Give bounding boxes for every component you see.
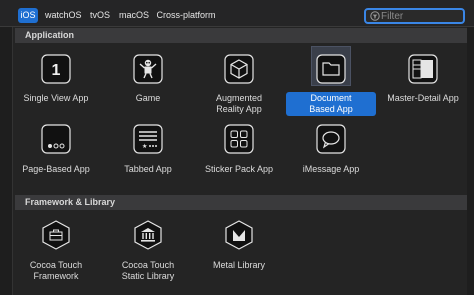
tab-ios[interactable]: iOS — [18, 8, 38, 23]
template-label: Augmented Reality App — [215, 93, 263, 114]
tabbed-icon: ★ — [133, 124, 163, 154]
svg-text:★: ★ — [142, 143, 147, 150]
template-label: Tabbed App — [124, 164, 172, 174]
template-label: Page-Based App — [22, 164, 90, 174]
tab-macos[interactable]: macOS — [119, 8, 149, 23]
filter-field[interactable] — [364, 8, 465, 24]
folder-icon — [316, 54, 346, 84]
tab-cross-platform[interactable]: Cross-platform — [156, 8, 216, 23]
game-robot-icon — [133, 54, 163, 84]
section-header-application: Application — [15, 28, 467, 43]
ar-cube-icon — [224, 54, 254, 84]
template-label: Master-Detail App — [387, 93, 459, 103]
single-view-icon: 1 — [41, 54, 71, 84]
svg-text:1: 1 — [52, 62, 61, 79]
platform-toolbar: iOS watchOS tvOS macOS Cross-platform — [0, 0, 474, 27]
tab-tvos[interactable]: tvOS — [88, 8, 112, 23]
template-label: Single View App — [23, 93, 89, 103]
filter-icon — [370, 11, 380, 21]
template-label: iMessage App — [302, 164, 360, 174]
metal-m-icon — [225, 220, 253, 250]
template-label: Document Based App — [286, 92, 376, 116]
page-dots-icon — [41, 124, 71, 154]
master-detail-icon — [408, 54, 438, 84]
template-label: Cocoa Touch Static Library — [121, 260, 175, 281]
filter-input[interactable] — [381, 10, 463, 22]
library-building-icon — [134, 220, 162, 250]
section-header-framework-library: Framework & Library — [15, 195, 467, 210]
toolbox-icon — [42, 220, 70, 250]
template-label: Sticker Pack App — [204, 164, 274, 174]
sticker-grid-icon — [224, 124, 254, 154]
template-label: Game — [135, 93, 161, 103]
tab-watchos[interactable]: watchOS — [45, 8, 82, 23]
message-bubble-icon — [316, 124, 346, 154]
template-label: Cocoa Touch Framework — [29, 260, 83, 281]
template-label: Metal Library — [212, 260, 266, 270]
